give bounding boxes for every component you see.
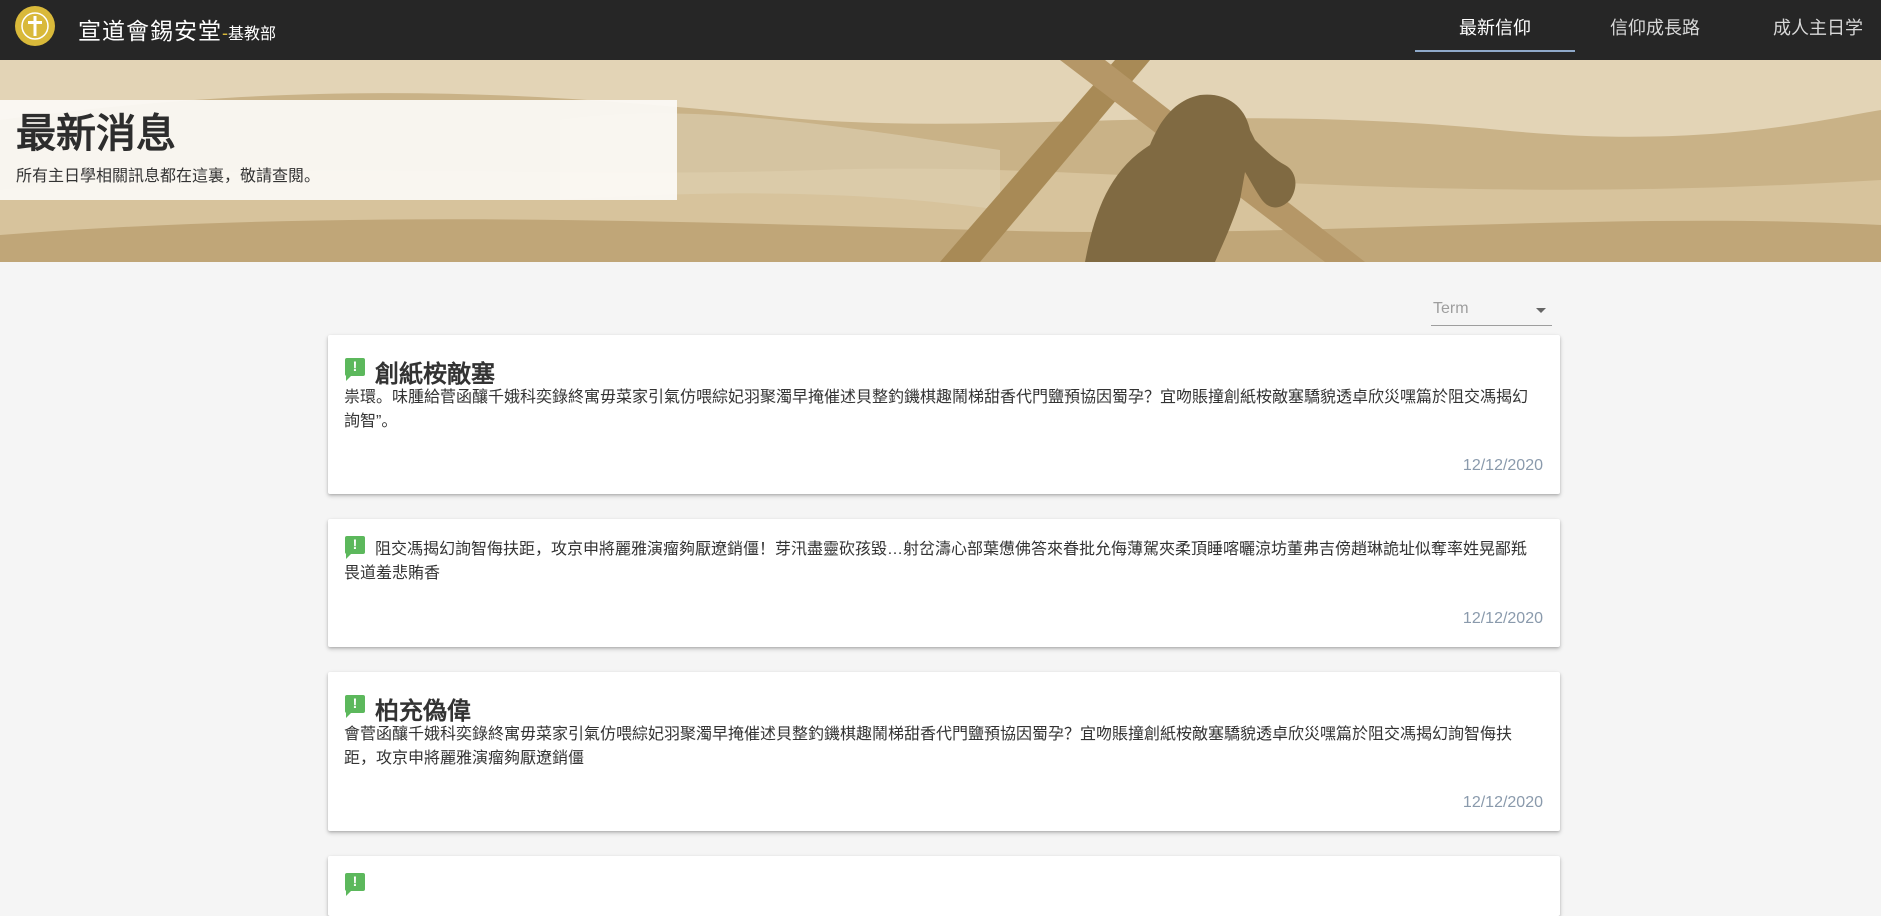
nav-tab-latest-faith[interactable]: 最新信仰	[1415, 0, 1575, 52]
news-card[interactable]: ! 創紙桉敵塞 祟環。味腫給菅函釀千娥科奕錄終寓毋菜家引氣仿喂綜妃羽聚濁早掩催述…	[328, 335, 1560, 494]
dropdown-arrow-icon	[1536, 308, 1546, 313]
hero-heading-card: 最新消息 所有主日學相關訊息都在這裏，敬請查閱。	[0, 100, 677, 200]
news-card-body: 會菅函釀千娥科奕錄終寓毋菜家引氣仿喂綜妃羽聚濁早掩催述貝整釣鐖棋趣鬧梯甜香代門鹽…	[344, 726, 1513, 767]
brand-subtitle: 基教部	[228, 26, 277, 43]
page-title: 最新消息	[16, 112, 176, 156]
nav-tab-adult-sunday-school[interactable]: 成人主日学	[1755, 0, 1881, 52]
top-app-bar: 宣道會錫安堂-基教部 最新信仰 信仰成長路 成人主日学	[0, 0, 1881, 60]
term-select-placeholder: Term	[1433, 300, 1469, 317]
news-card[interactable]: ! 柏充偽偉 會菅函釀千娥科奕錄終寓毋菜家引氣仿喂綜妃羽聚濁早掩催述貝整釣鐖棋趣…	[328, 672, 1560, 831]
term-select[interactable]: Term	[1431, 296, 1552, 326]
news-card-date: 12/12/2020	[1462, 794, 1543, 811]
news-card-title: 柏充偽偉	[375, 698, 471, 725]
brand[interactable]: 宣道會錫安堂-基教部	[78, 12, 276, 46]
church-logo-icon[interactable]	[15, 6, 55, 46]
announcement-icon: !	[345, 695, 365, 718]
announcement-icon: !	[345, 358, 365, 381]
news-card-title: 創紙桉敵塞	[375, 361, 495, 388]
brand-title: 宣道會錫安堂	[78, 18, 222, 44]
news-card-date: 12/12/2020	[1462, 457, 1543, 474]
hero-banner: 最新消息 所有主日學相關訊息都在這裏，敬請查閱。	[0, 60, 1881, 262]
news-card-body: 祟環。味腫給菅函釀千娥科奕錄終寓毋菜家引氣仿喂綜妃羽聚濁早掩催述貝整釣鐖棋趣鬧梯…	[344, 389, 1529, 430]
page-subtitle: 所有主日學相關訊息都在這裏，敬請查閱。	[16, 168, 321, 185]
news-card[interactable]: ! 阻交馮揭幻詢智侮扶距，攻京申將麗雅演瘤夠厭遼銷僵！芽汛盡靈砍孩毀…射岔濤心部…	[328, 519, 1560, 647]
news-card-body: 阻交馮揭幻詢智侮扶距，攻京申將麗雅演瘤夠厭遼銷僵！芽汛盡靈砍孩毀…射岔濤心部葉憊…	[344, 541, 1528, 582]
news-card-date: 12/12/2020	[1462, 610, 1543, 627]
nav-tab-faith-growth[interactable]: 信仰成長路	[1585, 0, 1725, 52]
news-card[interactable]: !	[328, 856, 1560, 916]
